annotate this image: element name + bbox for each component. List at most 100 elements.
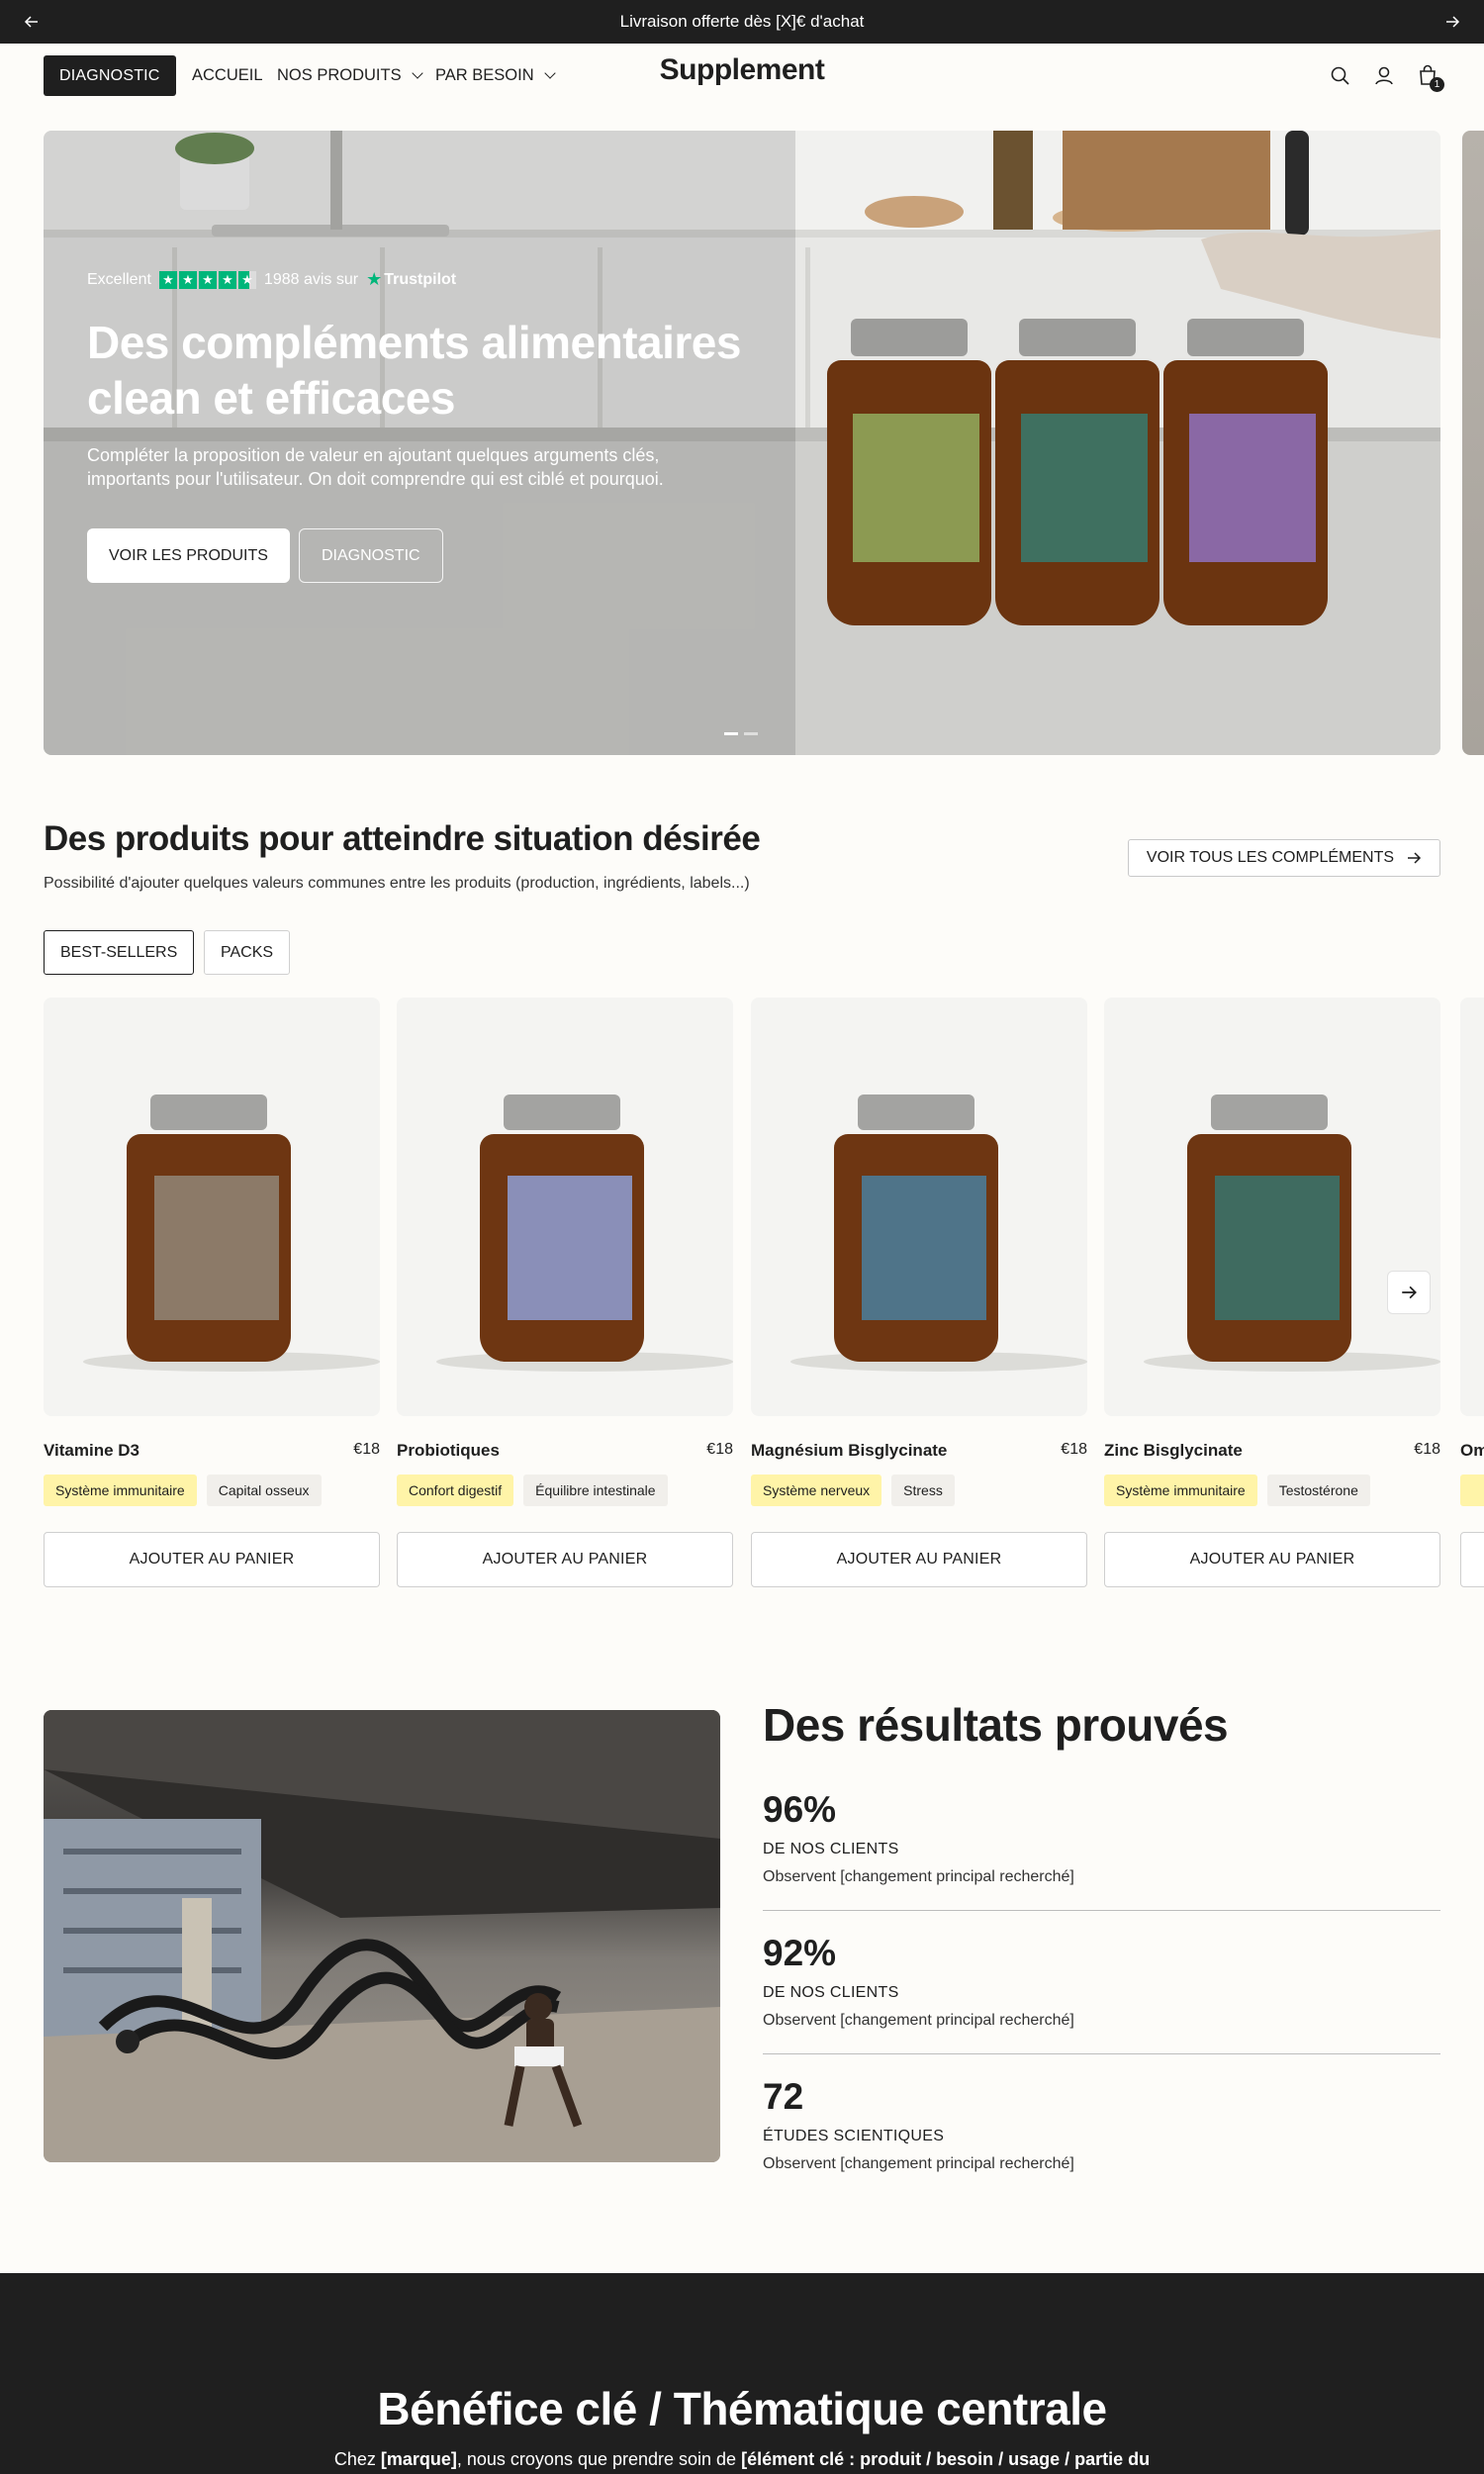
- cart-icon[interactable]: 1: [1413, 61, 1444, 92]
- product-tag-secondary: Stress: [891, 1475, 955, 1506]
- product-tag-peek: [1460, 1475, 1484, 1506]
- product-image[interactable]: [751, 998, 1087, 1416]
- product-name[interactable]: Magnésium Bisglycinate: [751, 1441, 947, 1461]
- stat-description: Observent [changement principal recherch…: [763, 1868, 1074, 1885]
- add-to-cart-button[interactable]: AJOUTER AU PANIER: [751, 1532, 1087, 1587]
- view-all-label: VOIR TOUS LES COMPLÉMENTS: [1146, 849, 1395, 866]
- add-to-cart-button[interactable]: AJOUTER AU PANIER: [44, 1532, 380, 1587]
- announcement-bar: Livraison offerte dès [X]€ d'achat: [0, 0, 1484, 44]
- product-image[interactable]: [44, 998, 380, 1416]
- stat-value: 96%: [763, 1789, 837, 1830]
- chevron-down-icon: [411, 67, 423, 79]
- carousel-next-button[interactable]: [1387, 1271, 1431, 1314]
- view-all-supplements-button[interactable]: VOIR TOUS LES COMPLÉMENTS: [1128, 839, 1440, 877]
- account-icon[interactable]: [1369, 61, 1399, 91]
- hero-title: Des compléments alimentaires clean et ef…: [87, 317, 741, 424]
- stat-label: ÉTUDES SCIENTIQUES: [763, 2128, 945, 2144]
- product-image[interactable]: [1104, 998, 1440, 1416]
- benefit-brand: [marque]: [380, 2449, 457, 2469]
- product-price: €18: [706, 1441, 733, 1458]
- tab-packs[interactable]: PACKS: [204, 930, 291, 975]
- product-name[interactable]: Vitamine D3: [44, 1441, 139, 1461]
- stat-label: DE NOS CLIENTS: [763, 1841, 899, 1857]
- add-to-cart-button[interactable]: AJOUTER AU PANIER: [397, 1532, 733, 1587]
- benefit-text-prefix: Chez: [333, 2449, 381, 2469]
- hero-next-slide-peek[interactable]: [1462, 131, 1484, 755]
- stat-label: DE NOS CLIENTS: [763, 1984, 899, 2001]
- product-name[interactable]: Zinc Bisglycinate: [1104, 1441, 1243, 1461]
- chevron-down-icon: [543, 67, 556, 79]
- brand-logo[interactable]: Supplement: [594, 53, 890, 87]
- diagnostic-button[interactable]: DIAGNOSTIC: [44, 55, 176, 96]
- stat-divider: [763, 1910, 1440, 1911]
- stat-description: Observent [changement principal recherch…: [763, 2012, 1074, 2029]
- slider-dot[interactable]: [744, 732, 758, 735]
- nav-item-nos-produits[interactable]: NOS PRODUITS: [277, 55, 423, 96]
- star-icon: ★: [198, 270, 217, 289]
- product-tag-secondary: Testostérone: [1266, 1475, 1370, 1506]
- product-image[interactable]: [397, 998, 733, 1416]
- nav-label: ACCUEIL: [192, 66, 263, 84]
- arrow-right-icon[interactable]: [1438, 8, 1466, 36]
- star-icon: ★: [178, 270, 197, 289]
- nav-item-par-besoin[interactable]: PAR BESOIN: [435, 55, 556, 96]
- product-bottle-image: [436, 1094, 733, 1372]
- nav-item-accueil[interactable]: ACCUEIL: [192, 55, 263, 96]
- slider-dots[interactable]: [724, 732, 758, 735]
- view-products-button[interactable]: VOIR LES PRODUITS: [87, 528, 290, 583]
- cart-count-badge: 1: [1430, 77, 1444, 92]
- product-tag-primary: Confort digestif: [397, 1475, 514, 1506]
- star-icon: ★: [218, 270, 236, 289]
- hero-diagnostic-button[interactable]: DIAGNOSTIC: [299, 528, 443, 583]
- benefit-text-mid: , nous croyons que prendre soin de: [456, 2449, 742, 2469]
- stat-divider: [763, 2053, 1440, 2054]
- search-icon[interactable]: [1326, 61, 1355, 91]
- product-tag-primary: Système immunitaire: [1104, 1475, 1257, 1506]
- product-bottle-image: [83, 1094, 380, 1372]
- product-tag-primary: Système nerveux: [751, 1475, 882, 1506]
- benefit-text: Chez [marque], nous croyons que prendre …: [0, 2449, 1484, 2470]
- arrow-right-icon: [1402, 1285, 1417, 1299]
- star-half-icon: ★: [237, 270, 256, 289]
- trustpilot-rating[interactable]: Excellent ★ ★ ★ ★ ★ 1988 avis sur ★ Trus…: [87, 269, 456, 290]
- arrow-right-icon: [1408, 852, 1422, 864]
- product-tag-primary: Système immunitaire: [44, 1475, 197, 1506]
- star-icon: ★: [158, 270, 177, 289]
- slider-dot[interactable]: [724, 732, 738, 735]
- product-tags: Système immunitaire Testostérone: [1104, 1475, 1370, 1506]
- benefit-section: Bénéfice clé / Thématique centrale Chez …: [0, 2273, 1484, 2474]
- reviews-count: 1988 avis sur: [263, 270, 359, 288]
- tab-best-sellers[interactable]: BEST-SELLERS: [44, 930, 195, 975]
- add-to-cart-button[interactable]: AJOUTER AU PANIER: [1104, 1532, 1440, 1587]
- products-section-subtitle: Possibilité d'ajouter quelques valeurs c…: [44, 875, 750, 892]
- product-tags: Confort digestif Équilibre intestinale: [397, 1475, 668, 1506]
- hero-banner: Excellent ★ ★ ★ ★ ★ 1988 avis sur ★ Trus…: [44, 131, 1440, 755]
- product-tag-secondary: Capital osseux: [206, 1475, 322, 1506]
- products-section-title: Des produits pour atteindre situation dé…: [44, 819, 761, 858]
- announcement-text: Livraison offerte dès [X]€ d'achat: [619, 12, 865, 31]
- product-bottle-image: [1144, 1094, 1440, 1372]
- trustpilot-logo: Trustpilot: [384, 270, 457, 288]
- arrow-left-icon[interactable]: [18, 8, 46, 36]
- benefit-title: Bénéfice clé / Thématique centrale: [377, 2383, 1107, 2434]
- product-price: €18: [1061, 1441, 1087, 1458]
- stat-value: 92%: [763, 1933, 837, 1973]
- product-tags: Système immunitaire Capital osseux: [44, 1475, 322, 1506]
- stat-description: Observent [changement principal recherch…: [763, 2155, 1074, 2172]
- product-tag-secondary: Équilibre intestinale: [523, 1475, 668, 1506]
- nav-label: PAR BESOIN: [435, 66, 534, 84]
- results-image: [44, 1710, 720, 2162]
- trustpilot-star-icon: ★: [366, 269, 383, 289]
- hero-subtitle: Compléter la proposition de valeur en aj…: [87, 445, 664, 489]
- product-tags: Système nerveux Stress: [751, 1475, 955, 1506]
- results-title: Des résultats prouvés: [763, 1699, 1229, 1751]
- nav-label: NOS PRODUITS: [277, 66, 402, 84]
- product-card-peek[interactable]: [1460, 998, 1484, 1416]
- benefit-key: [élément clé : produit / besoin / usage …: [741, 2449, 1151, 2469]
- product-name[interactable]: Probiotiques: [397, 1441, 500, 1461]
- add-to-cart-peek[interactable]: [1460, 1532, 1484, 1587]
- product-bottle-image: [790, 1094, 1087, 1372]
- product-name-peek: Om: [1460, 1441, 1484, 1460]
- product-price: €18: [1414, 1441, 1440, 1458]
- rating-stars: ★ ★ ★ ★ ★: [158, 270, 256, 289]
